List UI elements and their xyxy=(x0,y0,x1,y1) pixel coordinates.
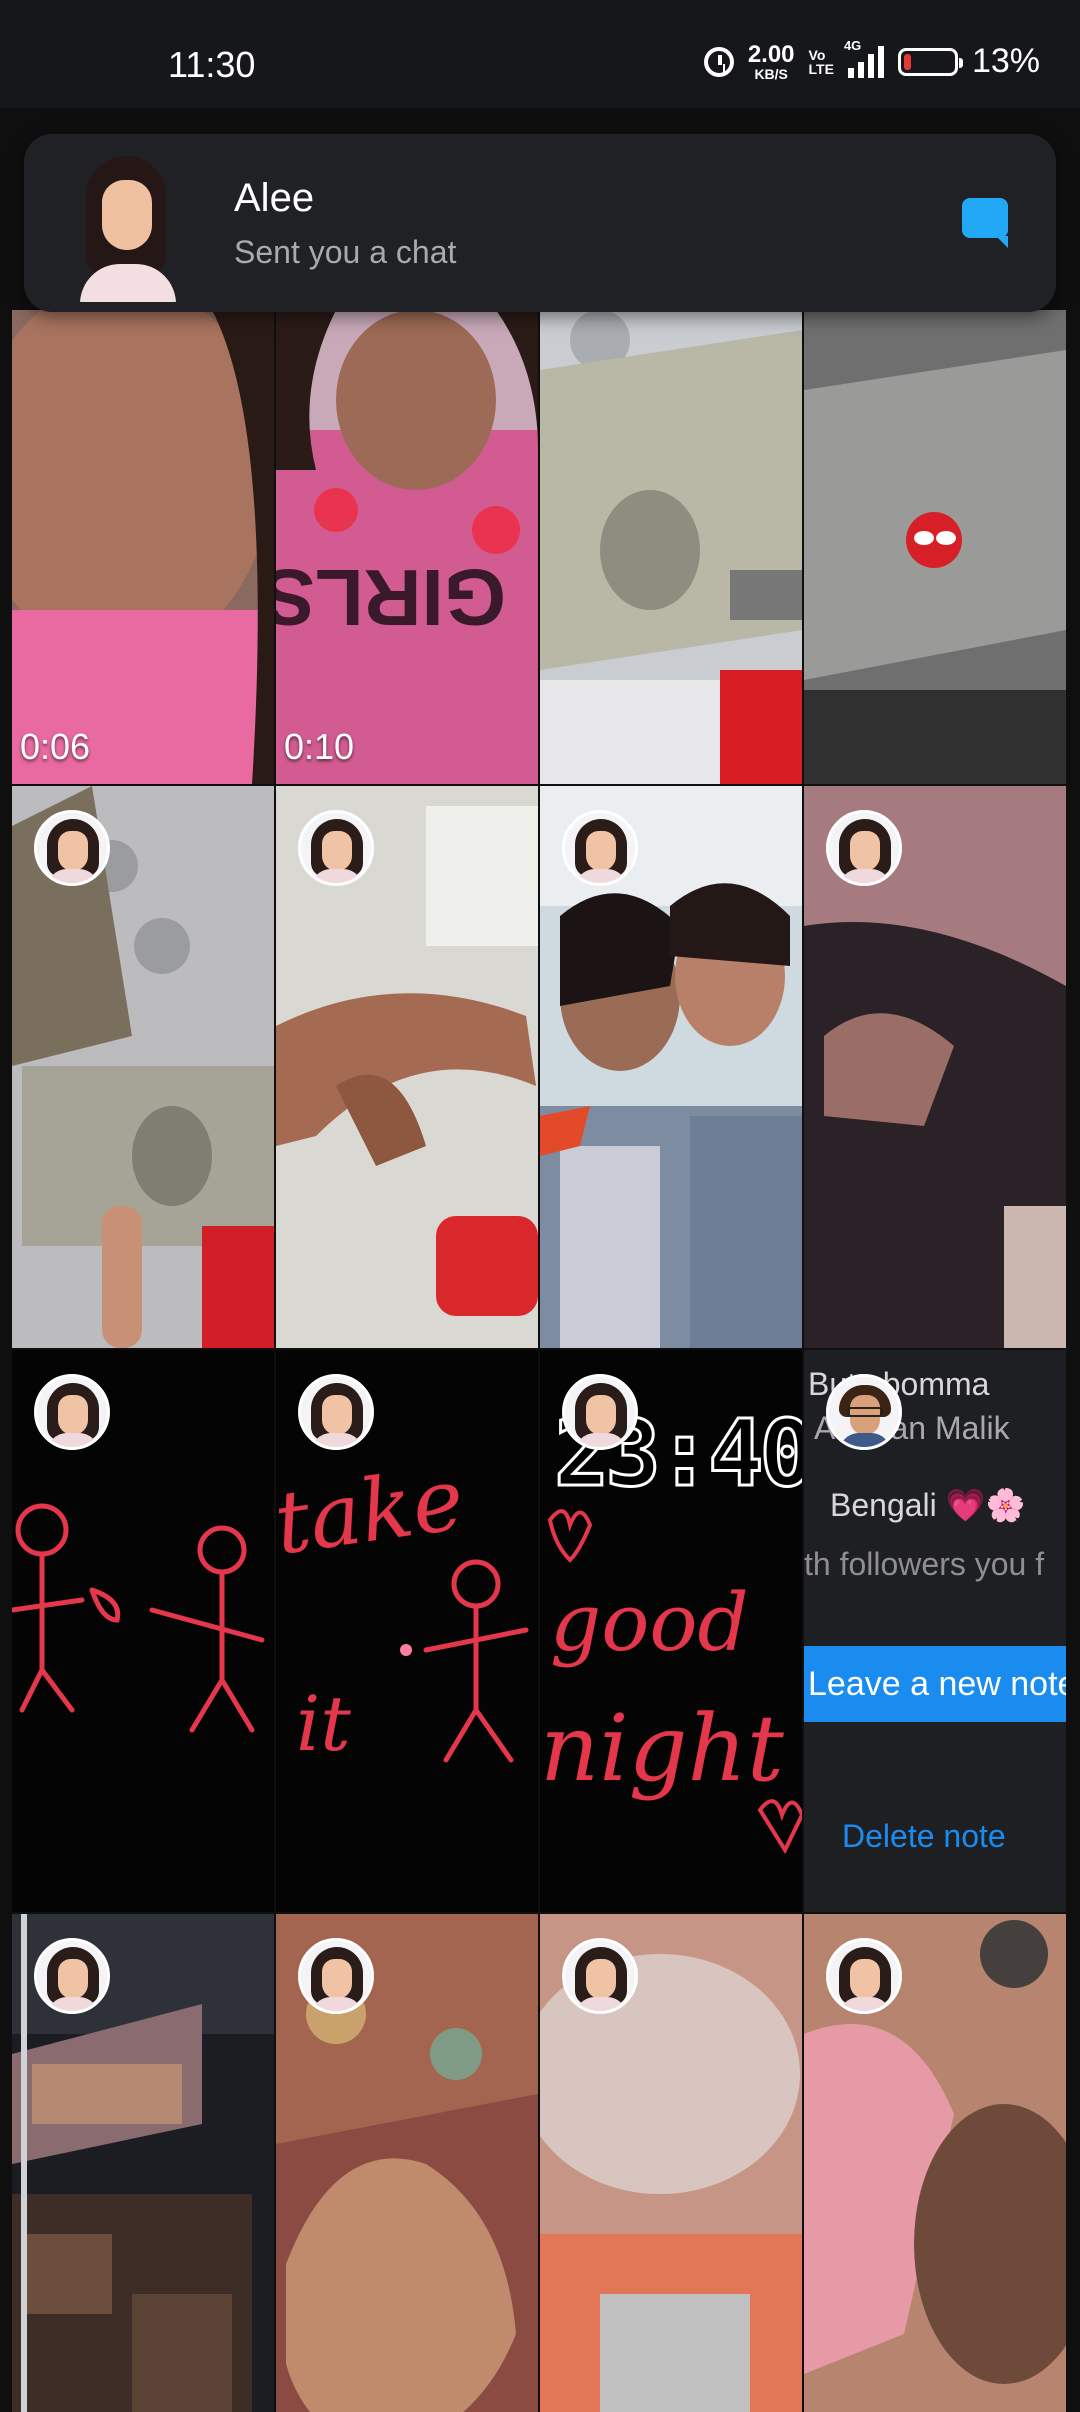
grid-tile-video[interactable]: GIRLS 0:10 xyxy=(276,310,538,784)
avatar xyxy=(298,810,374,886)
avatar xyxy=(34,1374,110,1450)
grid-tile-screenshot[interactable]: Buttabomma Armaan Malik Bengali 💗🌸 th fo… xyxy=(804,1350,1066,1912)
notification-message: Sent you a chat xyxy=(234,234,457,270)
grid-tile-photo[interactable] xyxy=(804,786,1066,1348)
delete-note-link: Delete note xyxy=(842,1818,1006,1854)
battery-percent: 13% xyxy=(971,42,1040,80)
avatar xyxy=(562,810,638,886)
memories-grid: 0:06 GIRLS 0:10 take it good night 23:40… xyxy=(12,310,1068,2412)
sender-avatar xyxy=(52,152,202,302)
alarm-icon xyxy=(703,46,734,77)
grid-tile-photo[interactable] xyxy=(276,1914,538,2412)
avatar xyxy=(562,1938,638,2014)
network-type: 4G xyxy=(843,37,862,53)
volte-top: Vo xyxy=(808,46,826,63)
grid-tile-video[interactable]: 0:06 xyxy=(12,310,274,784)
grid-tile-photo[interactable] xyxy=(12,1914,274,2412)
network-speed-unit: KB/S xyxy=(754,65,788,82)
volte-bottom: LTE xyxy=(808,60,834,77)
chat-notification[interactable]: Alee Sent you a chat xyxy=(24,134,1056,312)
video-duration: 0:10 xyxy=(284,726,355,767)
grid-tile-drawing[interactable]: good night 23:40 xyxy=(540,1350,802,1912)
volte-icon: Vo LTE xyxy=(809,48,834,76)
grid-tile-photo[interactable] xyxy=(12,786,274,1348)
avatar xyxy=(562,1374,638,1450)
grid-tile-drawing[interactable] xyxy=(12,1350,274,1912)
video-duration: 0:06 xyxy=(20,726,91,767)
grid-tile-photo[interactable] xyxy=(804,310,1066,784)
avatar xyxy=(826,1374,902,1450)
drawing-text-it: it xyxy=(296,1679,351,1768)
note-tag-line: Bengali 💗🌸 xyxy=(830,1487,1026,1523)
money-thumbnail xyxy=(540,310,802,784)
notification-sender: Alee xyxy=(234,176,315,220)
note-followers-line: th followers you f xyxy=(804,1546,1045,1582)
selfie-thumbnail: GIRLS xyxy=(276,310,538,784)
drawing-text-good: good xyxy=(550,1576,749,1669)
grid-tile-photo[interactable] xyxy=(804,1914,1066,2412)
status-icons: 2.00 KB/S Vo LTE 4G 13% xyxy=(703,38,1040,82)
avatar xyxy=(34,1938,110,2014)
battery-icon xyxy=(897,47,963,76)
battery-fill xyxy=(903,53,911,70)
leave-new-note-button: Leave a new note xyxy=(804,1646,1066,1722)
avatar xyxy=(826,1938,902,2014)
drawing-text-night: night xyxy=(540,1695,785,1802)
status-time: 11:30 xyxy=(168,44,256,85)
status-bar: 11:30 2.00 KB/S Vo LTE 4G 13% xyxy=(0,0,1080,108)
avatar xyxy=(826,810,902,886)
grid-tile-photo[interactable] xyxy=(540,1914,802,2412)
avatar xyxy=(298,1938,374,2014)
avatar xyxy=(298,1374,374,1450)
network-speed-value: 2.00 xyxy=(747,40,795,68)
grid-tile-photo[interactable] xyxy=(540,310,802,784)
chat-icon xyxy=(962,198,1008,248)
signal-icon: 4G xyxy=(844,38,884,78)
grid-tile-drawing[interactable]: take it xyxy=(276,1350,538,1912)
network-speed: 2.00 KB/S xyxy=(747,40,795,82)
selfie-thumbnail xyxy=(12,310,274,784)
money-bw-thumbnail xyxy=(804,310,1066,784)
avatar xyxy=(34,810,110,886)
grid-tile-photo[interactable] xyxy=(276,786,538,1348)
svg-text:GIRLS: GIRLS xyxy=(276,553,506,642)
grid-tile-photo[interactable] xyxy=(540,786,802,1348)
